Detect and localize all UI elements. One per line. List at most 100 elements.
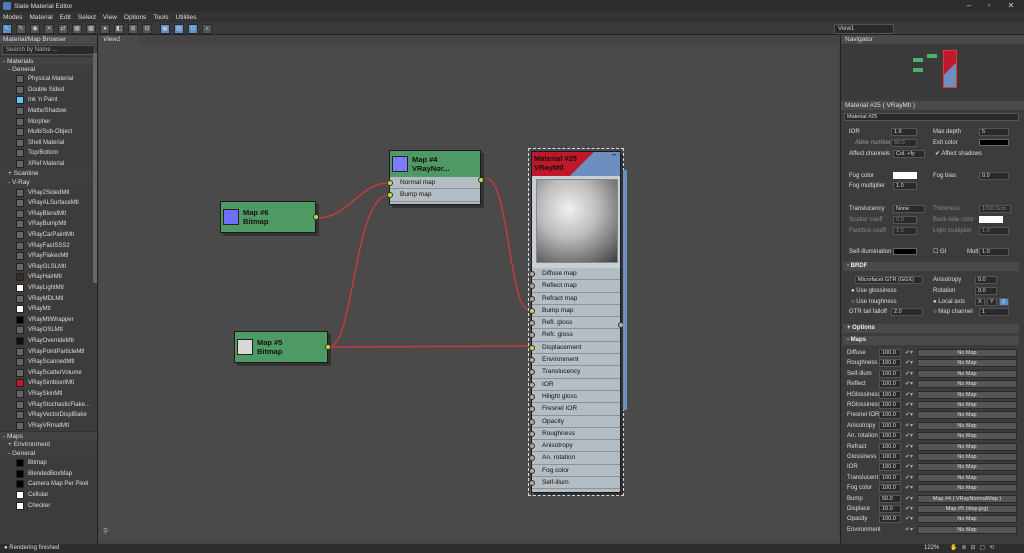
scanline-group[interactable]: + Scanline [0, 169, 97, 179]
map-enable-checkbox[interactable]: ✔▾ [905, 515, 913, 523]
vray-item[interactable]: VRayScatterVolume [0, 367, 97, 378]
material-slot[interactable]: Roughness [529, 428, 620, 441]
minimize-icon[interactable]: – [958, 0, 980, 12]
node-material25[interactable]: Material #25 VRayMtl – Diffuse map Reflec… [528, 148, 624, 496]
map-slot-button[interactable]: No Map [917, 453, 1017, 461]
vray-item[interactable]: VRayScannedMtl [0, 357, 97, 368]
map-enable-checkbox[interactable]: ✔▾ [905, 495, 913, 503]
map-slot-button[interactable]: No Map [917, 401, 1017, 409]
map-enable-checkbox[interactable]: ✔▾ [905, 411, 913, 419]
vray-item[interactable]: VRayHairMtl [0, 272, 97, 283]
map-item[interactable]: Camera Map Per Pixel [0, 479, 97, 490]
map-enable-checkbox[interactable]: ✔▾ [905, 349, 913, 357]
map-slot-button[interactable]: No Map [917, 380, 1017, 389]
vray-item[interactable]: VRayMDLMtl [0, 293, 97, 304]
vray-item[interactable]: VRayVRmatMtl [0, 420, 97, 431]
axis-x-button[interactable]: X [975, 298, 985, 306]
map-slot-button[interactable]: No Map [917, 463, 1017, 472]
menu-material[interactable]: Material [30, 14, 53, 21]
maps-section[interactable]: - Maps [843, 336, 1019, 345]
material-id-icon[interactable]: ▣ [160, 24, 170, 34]
general-item[interactable]: Double Sided [0, 85, 97, 96]
map4-bump-socket[interactable] [387, 192, 393, 199]
gi-checkbox[interactable]: ☐ GI [933, 248, 946, 256]
select-tool-icon[interactable]: ↖ [2, 24, 12, 34]
map-enable-checkbox[interactable]: ✔▾ [905, 453, 913, 461]
fog-mult-field[interactable]: 1.0 [893, 182, 917, 190]
map-slot-button[interactable]: No Map [917, 390, 1017, 399]
map-amount-field[interactable]: 100.0 [879, 349, 901, 357]
vray-item[interactable]: VRayOSLMtl [0, 325, 97, 336]
material-slot[interactable]: Bump map [529, 305, 620, 318]
general-item[interactable]: Multi/Sub-Object [0, 127, 97, 138]
move-children-icon[interactable]: ⇄ [58, 24, 68, 34]
vray-item[interactable]: VRayPointParticleMtl [0, 346, 97, 357]
use-roughness-radio[interactable]: ○ Use roughness [851, 298, 897, 306]
material-slot[interactable]: Refr. gloss [529, 329, 620, 342]
rotation-field[interactable]: 0.0 [975, 287, 997, 295]
map4-slot-normal[interactable]: Normal map [387, 177, 480, 190]
map5-output-socket[interactable] [325, 344, 331, 350]
map-amount-field[interactable]: 100.0 [879, 411, 901, 420]
material-slot[interactable]: Translucency [529, 366, 620, 379]
backside-swatch[interactable] [979, 216, 1003, 223]
vray-item[interactable]: VRayBlendMtl [0, 209, 97, 220]
general-item[interactable]: Top/Bottom [0, 148, 97, 159]
map-enable-checkbox[interactable]: ✔▾ [905, 463, 913, 471]
axis-z-button[interactable]: Z [999, 298, 1009, 306]
exit-color-swatch[interactable] [979, 139, 1009, 146]
map-amount-field[interactable]: 100.0 [879, 421, 901, 430]
menu-utilities[interactable]: Utilities [176, 14, 197, 21]
abbe-field[interactable]: 50.0 [891, 139, 917, 147]
map-enable-checkbox[interactable]: ✔▾ [905, 422, 913, 430]
ior-field[interactable]: 1.6 [891, 128, 917, 136]
map-amount-field[interactable]: 100.0 [879, 473, 901, 482]
fwdbck-field[interactable]: 1.0 [893, 227, 917, 235]
vray-item[interactable]: VRaySimbiontMtl [0, 378, 97, 389]
vray-item[interactable]: VRayOverrideMtl [0, 336, 97, 347]
map-slot-button[interactable]: No Map [917, 369, 1017, 378]
material-slot[interactable]: Self-illum [529, 477, 620, 490]
environment-group[interactable]: + Environment [0, 440, 97, 449]
map-amount-field[interactable]: 10.0 [879, 505, 901, 513]
map4-slot-bump[interactable]: Bump map [387, 189, 480, 202]
map-amount-field[interactable]: 100.0 [879, 442, 901, 451]
vray-item[interactable]: VRayGLSLMtl [0, 262, 97, 273]
max-depth-field[interactable]: 5 [979, 128, 1009, 136]
map-enable-checkbox[interactable]: ✔▾ [905, 432, 913, 440]
collapse-icon[interactable]: – [612, 152, 616, 159]
slot-socket[interactable] [529, 480, 535, 487]
map-enable-checkbox[interactable]: ✔▾ [905, 380, 913, 388]
menu-select[interactable]: Select [78, 14, 96, 21]
general-item[interactable]: XRef Material [0, 159, 97, 170]
slot-socket[interactable] [529, 393, 535, 400]
slot-socket[interactable] [529, 283, 535, 290]
material-slot[interactable]: Refract map [529, 293, 620, 305]
node-map4[interactable]: Map #4 VRayNor... Normal map Bump map [387, 150, 484, 205]
map-item[interactable]: Cellular [0, 490, 97, 501]
slot-socket[interactable] [529, 295, 535, 302]
use-glossiness-radio[interactable]: ● Use glossiness [851, 287, 897, 295]
map-slot-button[interactable]: No Map [917, 432, 1017, 441]
map-amount-field[interactable]: 100.0 [879, 515, 901, 524]
slot-socket[interactable] [529, 271, 535, 277]
map-amount-field[interactable]: 100.0 [879, 463, 901, 472]
map-enable-checkbox[interactable]: ✔▾ [905, 505, 913, 513]
local-axis-radio[interactable]: ● Local axis [933, 298, 965, 306]
map-amount-field[interactable]: 100.0 [879, 359, 901, 368]
map-slot-button[interactable]: No Map [917, 473, 1017, 482]
map-slot-button[interactable]: No Map [917, 484, 1017, 493]
assign-material-icon[interactable]: ◉ [30, 24, 40, 34]
options-section[interactable]: + Options [843, 324, 1019, 333]
vray-item[interactable]: VRayFastSSS2 [0, 240, 97, 251]
material-slot[interactable]: Displacement [529, 342, 620, 355]
vray-item[interactable]: VRayALSurfaceMtl [0, 198, 97, 209]
vray-item[interactable]: VRayLightMtl [0, 283, 97, 294]
fog-bias-field[interactable]: 0.0 [979, 172, 1009, 180]
layout-children-icon[interactable]: ⊟ [142, 24, 152, 34]
map-slot-button[interactable]: No Map [917, 442, 1017, 451]
map6-output-socket[interactable] [313, 214, 319, 220]
show-end-result-icon[interactable]: ◧ [114, 24, 124, 34]
map-enable-checkbox[interactable]: ✔▾ [905, 401, 913, 409]
scatter-field[interactable]: 0.0 [893, 216, 917, 224]
